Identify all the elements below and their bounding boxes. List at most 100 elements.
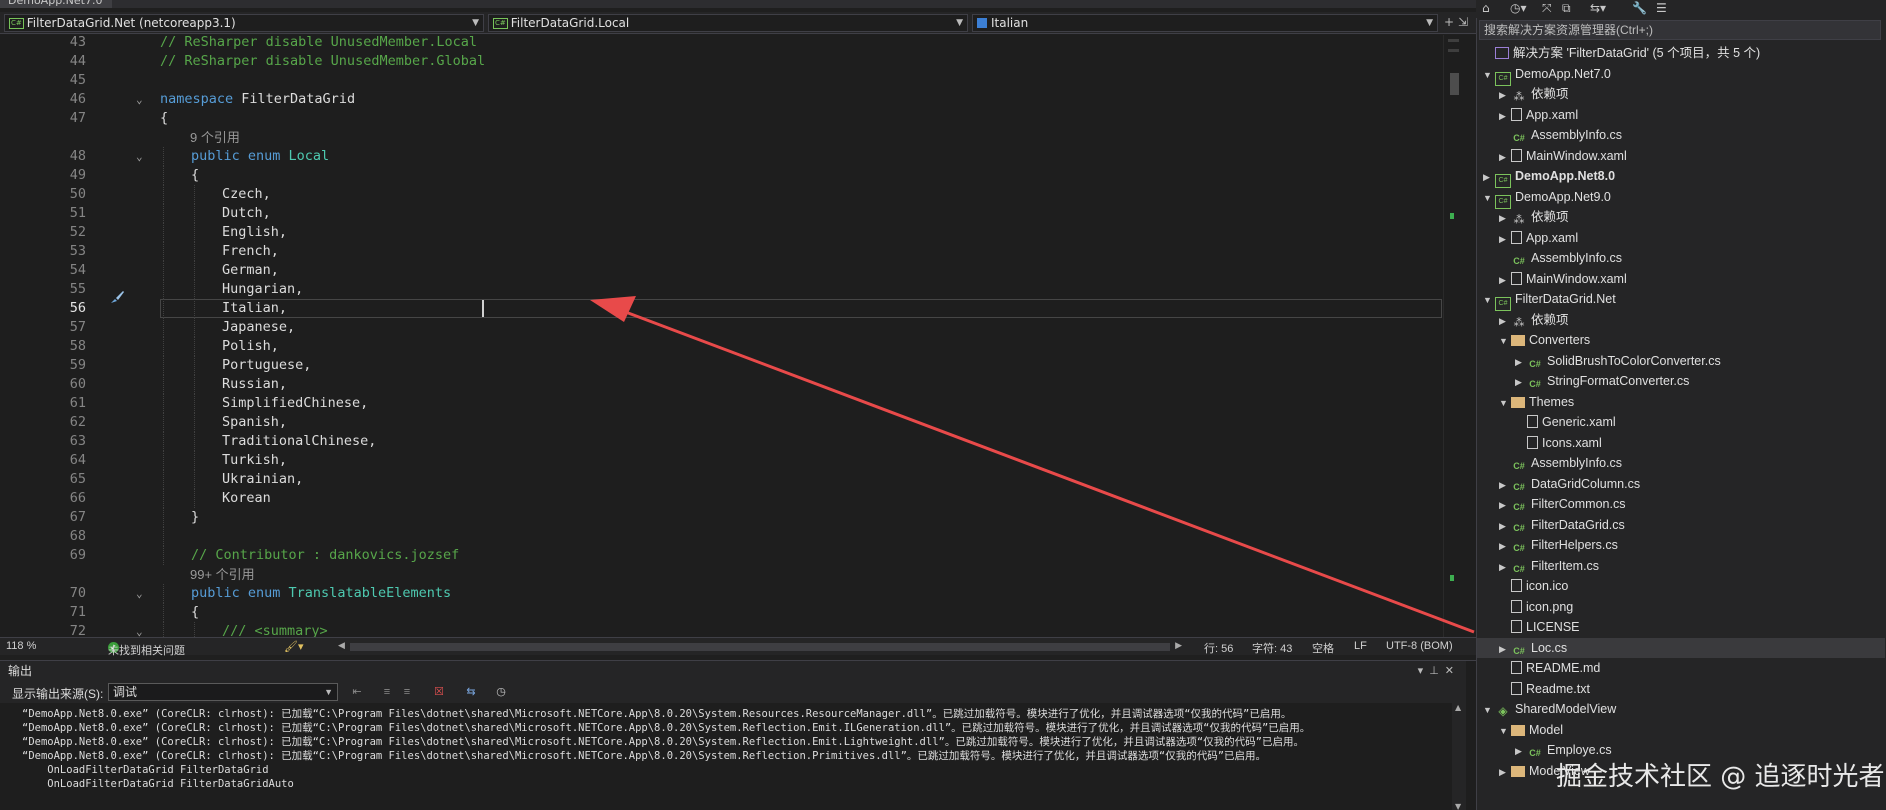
document-tab[interactable]: DemoApp.Net7.0	[0, 0, 112, 8]
fold-chevron-icon[interactable]: ⌄	[136, 90, 143, 109]
code-line[interactable]: 51 Dutch,	[0, 204, 1440, 223]
expanded-chevron-icon[interactable]: ▼	[1483, 700, 1495, 720]
collapsed-chevron-icon[interactable]: ▶	[1515, 372, 1527, 392]
tree-item[interactable]: ▶ C# FilterCommon.cs	[1477, 494, 1885, 514]
type-dropdown[interactable]: C# FilterDataGrid.Local ▼	[488, 14, 968, 32]
properties-icon[interactable]: ☰	[1656, 1, 1667, 15]
collapsed-chevron-icon[interactable]: ▶	[1499, 208, 1511, 228]
scrollbar-thumb[interactable]	[1450, 73, 1459, 95]
expanded-chevron-icon[interactable]: ▼	[1499, 721, 1511, 741]
sync-icon[interactable]: ⇆▾	[1590, 1, 1606, 15]
word-wrap-icon[interactable]: ⇆	[464, 685, 478, 699]
collapsed-chevron-icon[interactable]: ▶	[1515, 352, 1527, 372]
code-line[interactable]: 69 // Contributor : dankovics.jozsef	[0, 546, 1440, 565]
collapse-icon[interactable]: ⤧	[1542, 1, 1552, 16]
tree-item[interactable]: README.md	[1477, 658, 1885, 678]
collapsed-chevron-icon[interactable]: ▶	[1499, 495, 1511, 515]
code-lens-label[interactable]: 9 个引用	[190, 128, 240, 147]
scroll-down-icon[interactable]: ▼	[1455, 802, 1461, 810]
tree-item[interactable]: Icons.xaml	[1477, 433, 1885, 453]
tree-item[interactable]: ▶ ⁂ 依赖项	[1477, 84, 1885, 104]
code-line[interactable]: 66 Korean	[0, 489, 1440, 508]
collapsed-chevron-icon[interactable]: ▶	[1499, 639, 1511, 659]
code-line[interactable]: 45	[0, 71, 1440, 90]
add-icon[interactable]: +	[1444, 15, 1454, 29]
collapsed-chevron-icon[interactable]: ▶	[1515, 741, 1527, 761]
code-line[interactable]: 57 Japanese,	[0, 318, 1440, 337]
code-line[interactable]: 53 French,	[0, 242, 1440, 261]
code-lens-label[interactable]: 99+ 个引用	[190, 565, 255, 584]
code-line[interactable]: 72 ⌄ /// <summary>	[0, 622, 1440, 637]
tree-item[interactable]: ▶ C# DataGridColumn.cs	[1477, 474, 1885, 494]
tree-item[interactable]: ▶ C# StringFormatConverter.cs	[1477, 371, 1885, 391]
tree-item[interactable]: ▶ MainWindow.xaml	[1477, 146, 1885, 166]
tree-item[interactable]: ▶ C# FilterDataGrid.cs	[1477, 515, 1885, 535]
collapsed-chevron-icon[interactable]: ▶	[1499, 270, 1511, 290]
code-line[interactable]: 60 Russian,	[0, 375, 1440, 394]
line-ending-indicator[interactable]: LF	[1354, 640, 1367, 652]
tree-item[interactable]: ▶ C# Loc.cs	[1477, 637, 1885, 659]
tree-item[interactable]: ▶ MainWindow.xaml	[1477, 269, 1885, 289]
code-line[interactable]: 58 Polish,	[0, 337, 1440, 356]
collapsed-chevron-icon[interactable]: ▶	[1499, 147, 1511, 167]
code-line[interactable]: 49 {	[0, 166, 1440, 185]
code-lens[interactable]: 99+ 个引用	[0, 565, 1440, 584]
collapsed-chevron-icon[interactable]: ▶	[1499, 475, 1511, 495]
encoding-indicator[interactable]: UTF-8 (BOM)	[1386, 640, 1453, 652]
find-previous-icon[interactable]: ⇤	[350, 685, 364, 699]
code-lens[interactable]: 9 个引用	[0, 128, 1440, 147]
code-line[interactable]: 46 ⌄ namespace FilterDataGrid	[0, 90, 1440, 109]
code-line[interactable]: 44 // ReSharper disable UnusedMember.Glob…	[0, 52, 1440, 71]
tree-item[interactable]: ▼ C# DemoApp.Net7.0	[1477, 64, 1885, 86]
collapsed-chevron-icon[interactable]: ▶	[1499, 106, 1511, 126]
collapsed-chevron-icon[interactable]: ▶	[1499, 85, 1511, 105]
tree-item[interactable]: ▶ C# SolidBrushToColorConverter.cs	[1477, 351, 1885, 371]
goto-icon[interactable]: ≡	[400, 685, 414, 699]
tree-item[interactable]: ▶ App.xaml	[1477, 105, 1885, 125]
scroll-left-icon[interactable]: ◀	[338, 640, 345, 651]
tree-item[interactable]: Generic.xaml	[1477, 412, 1885, 432]
collapsed-chevron-icon[interactable]: ▶	[1499, 557, 1511, 577]
close-icon[interactable]: ✕	[1445, 665, 1460, 677]
code-line[interactable]: 70 ⌄ public enum TranslatableElements	[0, 584, 1440, 603]
code-line[interactable]: 59 Portuguese,	[0, 356, 1440, 375]
output-text[interactable]: “DemoApp.Net8.0.exe” (CoreCLR: clrhost):…	[0, 703, 1450, 810]
code-line[interactable]: 56 Italian,	[0, 299, 1442, 318]
solution-search-input[interactable]: 搜索解决方案资源管理器(Ctrl+;)	[1479, 20, 1881, 40]
expanded-chevron-icon[interactable]: ▼	[1499, 331, 1511, 351]
tree-item[interactable]: C# AssemblyInfo.cs	[1477, 248, 1885, 268]
whitespace-indicator[interactable]: 空格	[1312, 640, 1334, 656]
tree-item[interactable]: ▼ Converters	[1477, 330, 1885, 350]
fold-chevron-icon[interactable]: ⌄	[136, 147, 143, 166]
split-icon[interactable]: ⇲	[1458, 15, 1468, 29]
code-line[interactable]: 47 {	[0, 109, 1440, 128]
output-source-select[interactable]: 调试 ▼	[108, 683, 338, 701]
collapsed-chevron-icon[interactable]: ▶	[1499, 229, 1511, 249]
collapsed-chevron-icon[interactable]: ▶	[1499, 762, 1511, 782]
output-vertical-scrollbar[interactable]: ▲ ▼	[1452, 703, 1466, 810]
zoom-level[interactable]: 118 %	[6, 640, 36, 652]
collapsed-chevron-icon[interactable]: ▶	[1499, 516, 1511, 536]
tree-item[interactable]: icon.ico	[1477, 576, 1885, 596]
expanded-chevron-icon[interactable]: ▼	[1483, 65, 1495, 85]
collapsed-chevron-icon[interactable]: ▶	[1499, 536, 1511, 556]
tree-item[interactable]: ▶ C# DemoApp.Net8.0	[1477, 166, 1885, 188]
wrench-icon[interactable]: 🔧	[1632, 1, 1647, 15]
code-line[interactable]: 55 Hungarian,	[0, 280, 1440, 299]
find-next-icon[interactable]: ≡	[380, 685, 394, 699]
scroll-right-icon[interactable]: ▶	[1175, 640, 1182, 651]
code-line[interactable]: 43 // ReSharper disable UnusedMember.Loca…	[0, 35, 1440, 52]
tree-item[interactable]: LICENSE	[1477, 617, 1885, 637]
clock-icon[interactable]: ◷	[494, 685, 508, 699]
brush-icon[interactable]: 🖌▾	[284, 640, 304, 653]
tree-item[interactable]: ▶ C# FilterHelpers.cs	[1477, 535, 1885, 555]
code-line[interactable]: 65 Ukrainian,	[0, 470, 1440, 489]
history-icon[interactable]: ◷▾	[1510, 1, 1527, 15]
code-line[interactable]: 63 TraditionalChinese,	[0, 432, 1440, 451]
tree-item[interactable]: ▶ App.xaml	[1477, 228, 1885, 248]
code-line[interactable]: 50 Czech,	[0, 185, 1440, 204]
tree-item[interactable]: C# AssemblyInfo.cs	[1477, 125, 1885, 145]
copy-icon[interactable]: ⧉	[1562, 1, 1571, 16]
code-line[interactable]: 68	[0, 527, 1440, 546]
code-line[interactable]: 52 English,	[0, 223, 1440, 242]
